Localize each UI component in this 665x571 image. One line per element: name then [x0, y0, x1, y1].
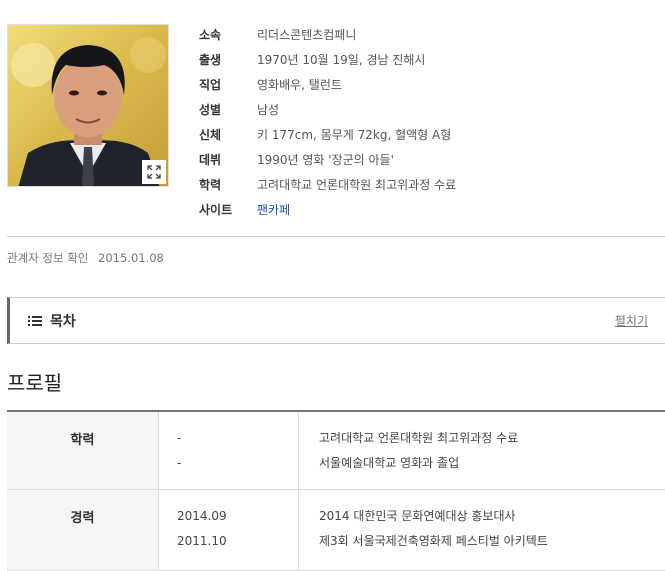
- expand-icon: [147, 165, 161, 179]
- info-label: 학력: [199, 178, 222, 192]
- info-value: 1970년 10월 19일, 경남 진해시: [257, 53, 426, 67]
- text-column: 고려대학교 언론대학원 최고위과정 수료 서울예술대학교 영화과 졸업: [299, 412, 665, 489]
- info-value: 남성: [257, 103, 280, 117]
- info-row-job: 직업 영화배우, 탤런트: [199, 72, 456, 97]
- table-of-contents: 목차 펼치기: [7, 297, 665, 344]
- table-row: 경력 2014.09 2011.10 2014 대한민국 문화연예대상 홍보대사…: [7, 490, 665, 571]
- fancafe-link[interactable]: 팬카페: [257, 201, 290, 218]
- date-cell: 2014.09: [177, 509, 227, 523]
- expand-button[interactable]: [142, 160, 166, 184]
- date-cell: 2011.10: [177, 534, 227, 548]
- info-label: 출생: [199, 53, 222, 67]
- info-value: 영화배우, 탤런트: [257, 78, 342, 92]
- confirm-date: 2015.01.08: [98, 251, 164, 265]
- date-cell: -: [177, 431, 182, 445]
- profile-photo[interactable]: [7, 24, 169, 187]
- text-cell: 서울예술대학교 영화과 졸업: [319, 456, 460, 470]
- toc-title: 목차: [50, 313, 76, 330]
- table-row: 학력 - - 고려대학교 언론대학원 최고위과정 수료 서울예술대학교 영화과 …: [7, 412, 665, 490]
- info-row-affiliation: 소속 리더스콘텐츠컴패니: [199, 22, 456, 47]
- info-row-gender: 성별 남성: [199, 97, 456, 122]
- info-label: 성별: [199, 103, 222, 117]
- info-value: 리더스콘텐츠컴패니: [257, 28, 357, 42]
- info-label: 소속: [199, 28, 222, 42]
- date-cell: -: [177, 456, 182, 470]
- divider: [7, 236, 665, 237]
- date-column: - -: [159, 412, 299, 489]
- info-confirmation: 관계자 정보 확인 2015.01.08: [7, 250, 164, 266]
- text-cell: 제3회 서울국제건축영화제 페스티벌 아키텍트: [319, 534, 548, 548]
- info-label: 신체: [199, 128, 222, 142]
- text-column: 2014 대한민국 문화연예대상 홍보대사 제3회 서울국제건축영화제 페스티벌…: [299, 490, 665, 570]
- info-value: 키 177cm, 몸무게 72kg, 혈액형 A형: [257, 128, 452, 142]
- info-row-body: 신체 키 177cm, 몸무게 72kg, 혈액형 A형: [199, 122, 456, 147]
- profile-info-list: 소속 리더스콘텐츠컴패니 출생 1970년 10월 19일, 경남 진해시 직업…: [199, 22, 456, 222]
- info-row-debut: 데뷔 1990년 영화 '장군의 아들': [199, 147, 456, 172]
- confirm-label: 관계자 정보 확인: [7, 251, 89, 265]
- profile-table: 학력 - - 고려대학교 언론대학원 최고위과정 수료 서울예술대학교 영화과 …: [7, 410, 665, 571]
- info-row-birth: 출생 1970년 10월 19일, 경남 진해시: [199, 47, 456, 72]
- info-label: 사이트: [199, 203, 233, 217]
- section-title: 프로필: [7, 371, 63, 395]
- info-label: 데뷔: [199, 153, 222, 167]
- date-column: 2014.09 2011.10: [159, 490, 299, 570]
- row-header: 경력: [7, 490, 159, 570]
- text-cell: 고려대학교 언론대학원 최고위과정 수료: [319, 431, 519, 445]
- info-value: 1990년 영화 '장군의 아들': [257, 153, 394, 167]
- info-row-site: 사이트 팬카페: [199, 197, 456, 222]
- list-icon: [28, 315, 42, 327]
- info-value: 고려대학교 언론대학원 최고위과정 수료: [257, 178, 457, 192]
- text-cell: 2014 대한민국 문화연예대상 홍보대사: [319, 509, 516, 523]
- toc-expand-link[interactable]: 펼치기: [615, 312, 648, 329]
- row-header: 학력: [7, 412, 159, 489]
- info-label: 직업: [199, 78, 222, 92]
- info-row-education: 학력 고려대학교 언론대학원 최고위과정 수료: [199, 172, 456, 197]
